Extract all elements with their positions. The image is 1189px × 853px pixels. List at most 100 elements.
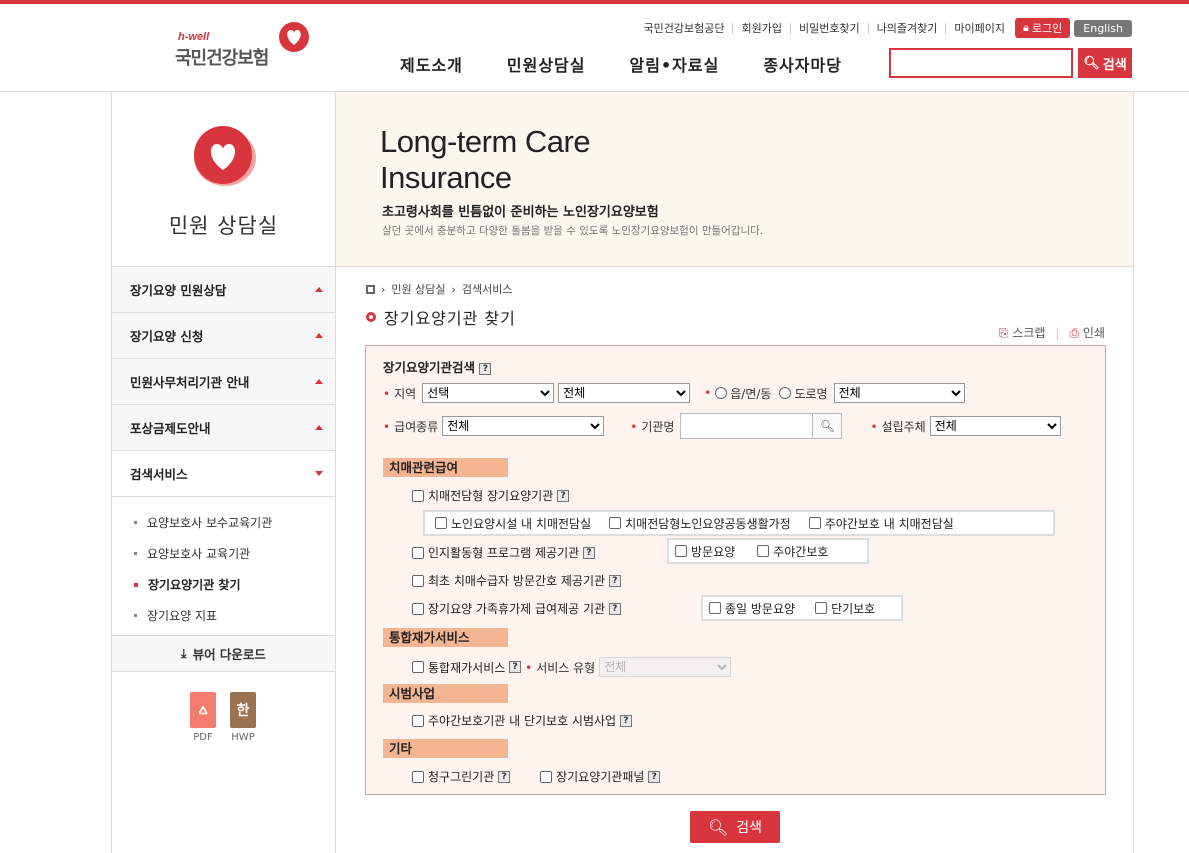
checkbox-panel[interactable]: 장기요양기관패널	[540, 768, 644, 785]
checkbox-dementia-room[interactable]: 노인요양시설 내 치매전담실	[435, 515, 591, 532]
checkbox-pilot-short-term[interactable]: 주야간보호기관 내 단기보호 시범사업	[412, 712, 616, 729]
pdf-label: PDF	[193, 732, 213, 743]
help-icon[interactable]: ?	[498, 770, 511, 783]
checkbox-dementia-facility[interactable]: 치매전담형 장기요양기관	[412, 487, 553, 504]
arrow-up-icon	[315, 379, 323, 384]
checkbox-daycare[interactable]: 주야간보호	[757, 543, 828, 560]
help-icon[interactable]: ?	[479, 362, 492, 375]
address-type-label	[704, 386, 715, 400]
checkbox-box	[412, 602, 424, 615]
main-content: › 민원 상담실 › 검색서비스 장기요양기관 찾기 ⎘ 스크랩 | ⎙ 인쇄 …	[336, 267, 1134, 853]
checkbox-integrated-service[interactable]: 통합재가서비스	[412, 659, 505, 676]
panel-title-text: 장기요양기관검색	[383, 360, 476, 375]
print-icon: ⎙	[1069, 326, 1080, 340]
banner: Long-term Care Insurance 초고령사회를 빈틈없이 준비하는…	[336, 92, 1134, 267]
checkbox-box	[709, 602, 721, 614]
util-link-nhis[interactable]: 국민건강보험공단	[636, 22, 734, 34]
nav-counsel[interactable]: 민원상담실	[507, 52, 586, 76]
checkbox-full-day-visit[interactable]: 종일 방문요양	[709, 600, 795, 617]
help-icon[interactable]: ?	[648, 770, 661, 783]
left-sidebar: 민원 상담실 장기요양 민원상담 장기요양 신청 민원사무처리기관 안내 포상금…	[111, 92, 336, 853]
arrow-up-icon	[315, 333, 323, 338]
checkbox-family-leave[interactable]: 장기요양 가족휴가제 급여제공 기관	[412, 600, 605, 617]
sidebar-item-counsel[interactable]: 장기요양 민원상담	[112, 267, 335, 313]
submenu-item-find-facility[interactable]: 장기요양기관 찾기	[112, 569, 335, 600]
checkbox-box	[808, 517, 821, 529]
help-icon[interactable]: ?	[619, 714, 632, 727]
utility-nav: 국민건강보험공단 회원가입 비밀번호찾기 나의즐겨찾기 마이페이지 🔒︎ 로그인 …	[636, 18, 1132, 38]
dementia-subgroup: 노인요양시설 내 치매전담실 치매전담형노인요양공동생활가정 주야간보호 내 치…	[423, 510, 1055, 536]
download-icon: ⤓	[181, 645, 187, 661]
checkbox-dementia-group-home[interactable]: 치매전담형노인요양공동생활가정	[609, 515, 791, 532]
help-icon[interactable]: ?	[608, 602, 621, 615]
breadcrumb-item[interactable]: 민원 상담실	[391, 281, 445, 297]
lock-icon: 🔒︎	[1023, 21, 1029, 34]
nav-notice[interactable]: 알림•자료실	[630, 52, 720, 76]
util-link-join[interactable]: 회원가입	[733, 22, 791, 34]
checkbox-green-claim[interactable]: 청구그린기관	[412, 768, 494, 785]
radio-road[interactable]	[779, 387, 792, 399]
header-search-input[interactable]	[889, 48, 1073, 78]
region-sido-select[interactable]: 선택	[422, 383, 555, 403]
checkbox-short-term[interactable]: 단기보호	[815, 600, 875, 617]
breadcrumb-item[interactable]: 검색서비스	[462, 281, 513, 297]
util-link-mypage[interactable]: 마이페이지	[946, 23, 1013, 34]
submenu-item-index[interactable]: 장기요양 지표	[112, 600, 335, 631]
viewer-download[interactable]: ⤓ 뷰어 다운로드	[112, 636, 335, 672]
english-button[interactable]: English	[1074, 19, 1132, 37]
name-input[interactable]: 🔍︎	[680, 413, 843, 439]
founder-select[interactable]: 전체	[929, 416, 1061, 436]
benefit-label: 급여종류	[383, 418, 438, 435]
nav-workers[interactable]: 종사자마당	[763, 52, 842, 76]
submenu-item-training[interactable]: 요양보호사 보수교육기관	[112, 507, 335, 538]
sidebar-item-offices[interactable]: 민원사무처리기관 안내	[112, 359, 335, 405]
radio-road-label: 도로명	[794, 386, 828, 401]
service-type-label: 서비스 유형	[525, 659, 595, 676]
checkbox-label: 장기요양기관패널	[556, 770, 645, 784]
pdf-download[interactable]: ⩟ PDF	[190, 692, 216, 743]
help-icon[interactable]: ?	[582, 546, 595, 559]
help-icon[interactable]: ?	[608, 574, 621, 587]
sidebar-item-apply[interactable]: 장기요양 신청	[112, 313, 335, 359]
search-icon[interactable]: 🔍︎	[812, 414, 842, 438]
checkbox-home-visit[interactable]: 방문요양	[675, 543, 735, 560]
benefit-select[interactable]: 전체	[442, 416, 605, 436]
checkbox-daycare-dementia-room[interactable]: 주야간보호 내 치매전담실	[808, 515, 954, 532]
checkbox-cognitive-program[interactable]: 인지활동형 프로그램 제공기관	[412, 544, 579, 561]
scrap-button[interactable]: ⎘ 스크랩	[999, 324, 1046, 341]
sidebar-title: 민원 상담실	[168, 214, 279, 238]
header-search-button[interactable]: 🔍︎ 검색	[1078, 48, 1132, 78]
radio-eupmyeondong[interactable]	[715, 387, 728, 399]
help-icon[interactable]: ?	[509, 661, 522, 673]
region-sigungu-select[interactable]: 전체	[558, 383, 691, 403]
sidebar-item-search-service[interactable]: 검색서비스	[112, 451, 335, 497]
checkbox-label: 장기요양 가족휴가제 급여제공 기관	[428, 602, 606, 616]
checkbox-box	[815, 602, 828, 614]
search-button[interactable]: 🔍︎ 검색	[690, 811, 780, 843]
page-title-text: 장기요양기관 찾기	[384, 309, 516, 328]
row-c5: 통합재가서비스 ? 서비스 유형 전체	[412, 657, 732, 677]
util-link-favorites[interactable]: 나의즐겨찾기	[869, 22, 947, 34]
checkbox-label: 최초 치매수급자 방문간호 제공기관	[428, 574, 606, 588]
util-link-password[interactable]: 비밀번호찾기	[791, 22, 869, 34]
service-type-select[interactable]: 전체	[599, 657, 732, 677]
checkbox-box	[412, 661, 424, 673]
filter-row: 급여종류 전체 기관명 🔍︎ 설립주체 전체	[383, 413, 1061, 439]
checkbox-label: 종일 방문요양	[725, 601, 796, 616]
login-button[interactable]: 🔒︎ 로그인	[1015, 18, 1071, 38]
logo[interactable]: h-well 국민건강보험	[175, 22, 315, 72]
checkbox-first-nursing[interactable]: 최초 치매수급자 방문간호 제공기관	[412, 572, 605, 589]
section-etc: 기타	[383, 739, 508, 758]
nav-intro[interactable]: 제도소개	[400, 52, 463, 76]
login-label: 로그인	[1031, 22, 1063, 35]
submenu-item-education[interactable]: 요양보호사 교육기관	[112, 538, 335, 569]
region-dong-select[interactable]: 전체	[833, 383, 965, 403]
checkbox-box	[675, 545, 687, 557]
banner-title-line1: Long-term Care	[380, 124, 591, 159]
print-button[interactable]: ⎙ 인쇄	[1069, 324, 1105, 341]
row-c2: 인지활동형 프로그램 제공기관 ?	[412, 544, 595, 561]
home-icon[interactable]	[366, 284, 375, 294]
hwp-download[interactable]: 한 HWP	[230, 692, 256, 743]
help-icon[interactable]: ?	[557, 489, 570, 502]
sidebar-item-reward[interactable]: 포상금제도안내	[112, 405, 335, 451]
